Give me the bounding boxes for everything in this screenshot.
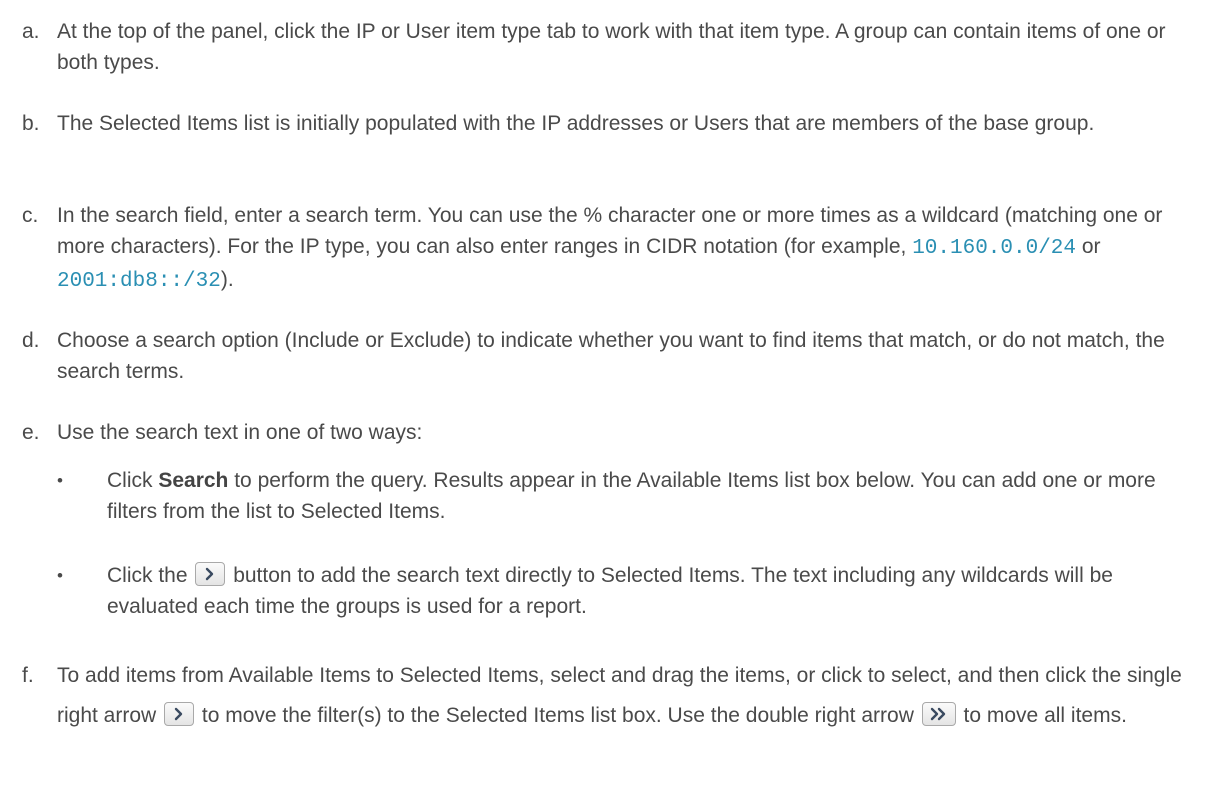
step-text-part: to move the filter(s) to the Selected It…	[196, 704, 920, 727]
document-page: a. At the top of the panel, click the IP…	[0, 0, 1215, 792]
step-text-part: ).	[220, 268, 234, 291]
chevron-right-icon	[195, 562, 226, 587]
cidr-example-ipv4: 10.160.0.0/24	[912, 237, 1077, 260]
bullet-text-part: to perform the query. Results appear in …	[107, 469, 1156, 523]
chevron-right-icon	[164, 702, 195, 727]
step-text: Choose a search option (Include or Exclu…	[57, 329, 1165, 383]
step-text: The Selected Items list is initially pop…	[57, 112, 1095, 135]
bullet-text-part: button to add the search text directly t…	[107, 564, 1113, 618]
step-marker: c.	[22, 204, 39, 227]
step-marker: a.	[22, 20, 40, 43]
step-marker: f.	[22, 664, 34, 687]
search-button-label: Search	[158, 469, 229, 492]
bullet-text: Click the button to add the search text …	[107, 560, 1180, 622]
double-chevron-right-icon	[921, 702, 956, 727]
cidr-example-ipv6: 2001:db8::/32	[57, 270, 221, 293]
step-text-part: or	[1076, 235, 1101, 258]
step-text: Use the search text in one of two ways:	[57, 421, 423, 444]
step-marker: b.	[22, 112, 40, 135]
bullet-marker: •	[57, 566, 63, 585]
step-text: At the top of the panel, click the IP or…	[57, 20, 1166, 74]
bullet-marker: •	[57, 471, 63, 490]
bullet-text-part: Click	[107, 469, 159, 492]
bullet-text-part: Click the	[107, 564, 194, 587]
step-text: In the search field, enter a search term…	[57, 200, 1202, 297]
step-text: To add items from Available Items to Sel…	[57, 656, 1202, 736]
bullet-text: Click Search to perform the query. Resul…	[107, 465, 1180, 527]
step-marker: e.	[22, 421, 40, 444]
step-text-part: to move all items.	[957, 704, 1127, 727]
step-marker: d.	[22, 329, 40, 352]
